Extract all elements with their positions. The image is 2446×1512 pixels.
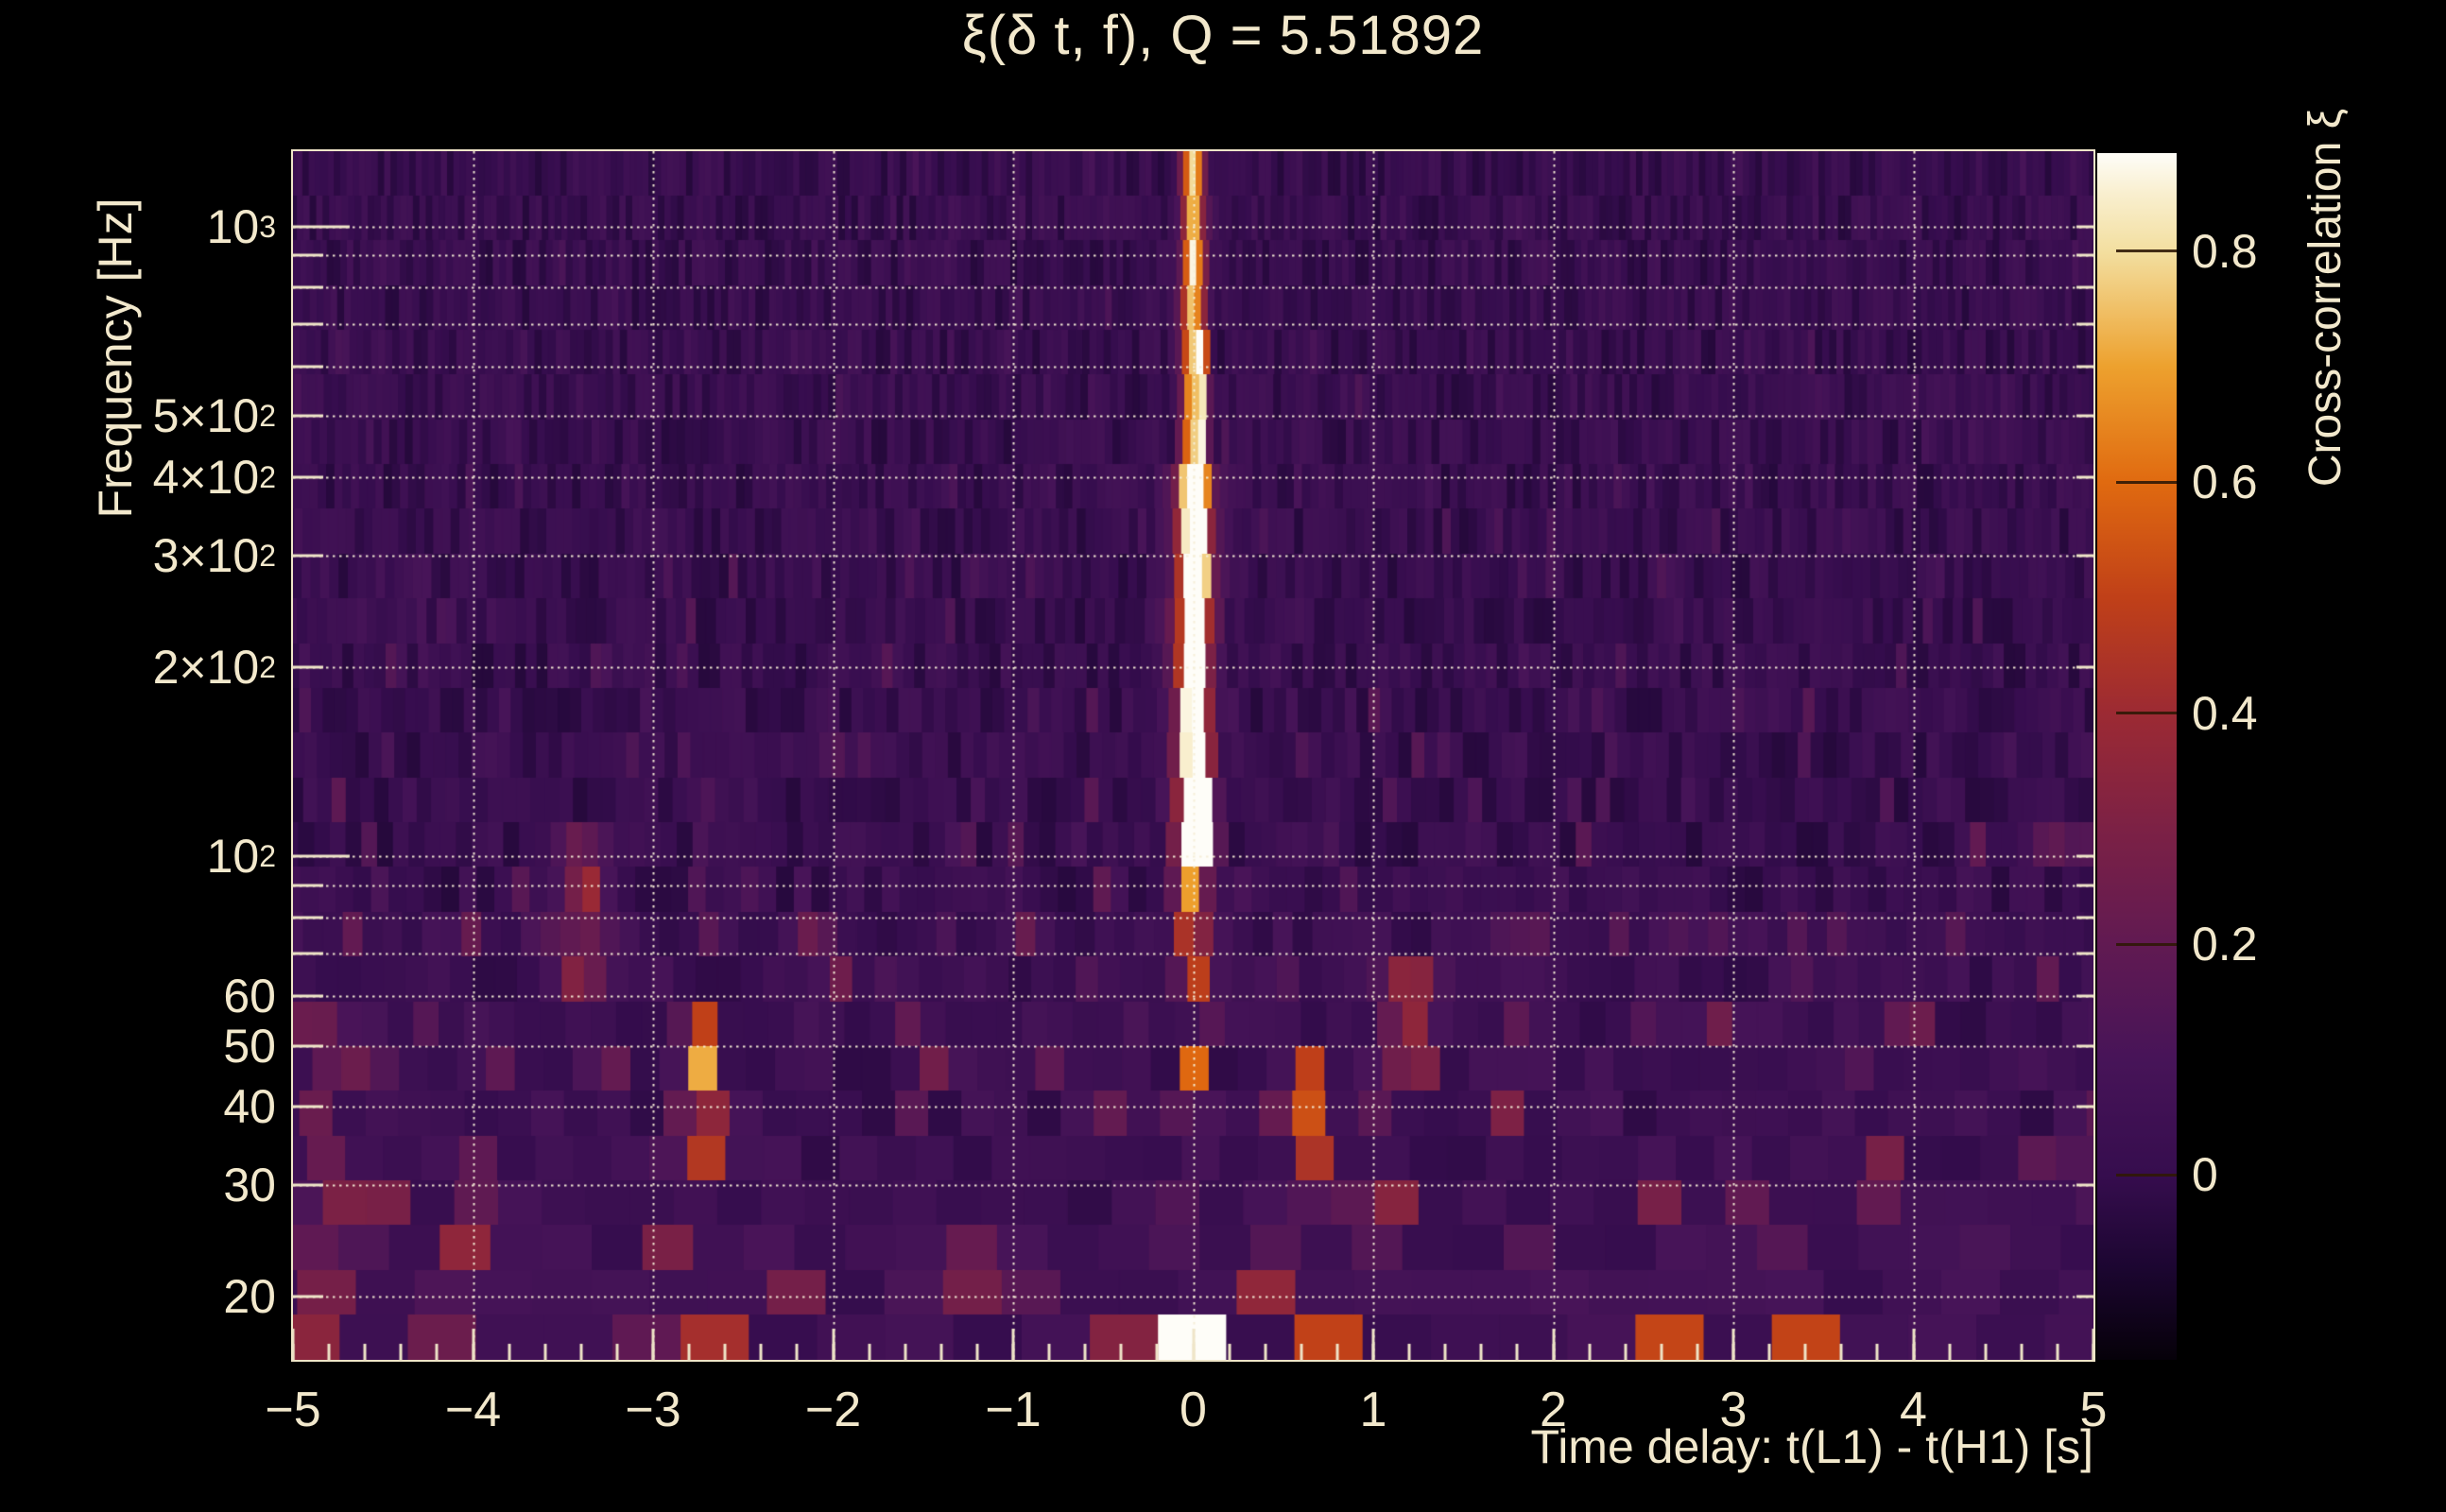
y-tick-label-30: 30: [223, 1159, 276, 1212]
y-tick-label-500: 5×102: [152, 389, 276, 443]
y-tick-label-200: 2×102: [152, 640, 276, 694]
x-tick-label-0: 0: [1180, 1383, 1207, 1437]
y-tick-label-100: 102: [206, 830, 276, 884]
colorbar-gradient: [2097, 153, 2177, 1360]
figure-canvas: ξ(δ t, f), Q = 5.51892 Frequency [Hz] Ti…: [0, 0, 2446, 1512]
x-tick-label-−4: −4: [444, 1383, 502, 1437]
x-axis-title: Time delay: t(L1) - t(H1) [s]: [1530, 1420, 2093, 1473]
colorbar-tick-label-0.4: 0.4: [2192, 686, 2258, 740]
y-tick-label-300: 3×102: [152, 529, 276, 583]
y-tick-label-60: 60: [223, 969, 276, 1022]
colorbar-title: Cross-correlation ξ: [2300, 108, 2351, 488]
x-tick-label-3: 3: [1719, 1383, 1748, 1437]
colorbar-tick-label-0.8: 0.8: [2192, 224, 2258, 278]
x-tick-label-1: 1: [1359, 1383, 1387, 1437]
colorbar-tick-0.8: [2116, 249, 2177, 253]
y-tick-label-1000: 103: [206, 199, 276, 253]
colorbar-tick-label-0: 0: [2192, 1148, 2218, 1202]
chart-title: ξ(δ t, f), Q = 5.51892: [961, 5, 1485, 66]
y-tick-label-40: 40: [223, 1080, 276, 1134]
y-tick-label-50: 50: [223, 1019, 276, 1073]
x-tick-label-−3: −3: [625, 1383, 681, 1437]
colorbar-tick-0.2: [2116, 942, 2177, 946]
spectrogram-heatmap: [293, 151, 2093, 1360]
colorbar-tick-label-0.6: 0.6: [2192, 455, 2258, 509]
x-tick-label-2: 2: [1540, 1383, 1567, 1437]
colorbar-tick-0: [2116, 1173, 2177, 1177]
y-tick-label-20: 20: [223, 1269, 276, 1323]
y-tick-label-400: 4×102: [152, 450, 276, 504]
colorbar-tick-0.4: [2116, 712, 2177, 715]
colorbar-tick-label-0.2: 0.2: [2192, 918, 2258, 971]
colorbar-tick-0.6: [2116, 480, 2177, 484]
x-tick-label-−5: −5: [265, 1383, 321, 1437]
x-tick-label-−1: −1: [985, 1383, 1042, 1437]
x-tick-label-4: 4: [1900, 1383, 1927, 1437]
x-tick-label-−2: −2: [804, 1383, 862, 1437]
x-tick-label-5: 5: [2079, 1383, 2108, 1437]
